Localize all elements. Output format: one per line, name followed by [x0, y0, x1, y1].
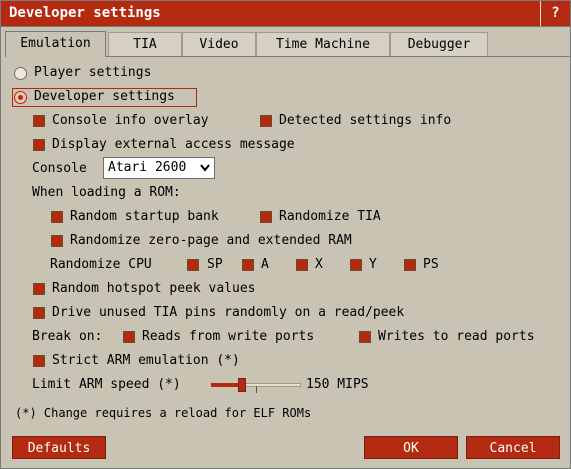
display-external-access-checkbox[interactable]	[33, 139, 45, 151]
tab-panel-border	[106, 56, 570, 57]
tab-video[interactable]: Video	[182, 32, 256, 56]
writes-to-read-ports-label: Writes to read ports	[378, 329, 535, 344]
cpu-y-label: Y	[369, 257, 377, 272]
randomize-tia-label: Randomize TIA	[279, 209, 381, 224]
strict-arm-checkbox[interactable]	[33, 355, 45, 367]
limit-arm-speed-value: 150 MIPS	[306, 377, 369, 392]
random-startup-bank-label: Random startup bank	[70, 209, 219, 224]
randomize-cpu-label: Randomize CPU	[50, 257, 152, 272]
randomize-zero-page-label: Randomize zero-page and extended RAM	[70, 233, 352, 248]
break-on-label: Break on:	[32, 329, 103, 344]
developer-settings-dialog: Developer settings ? Emulation TIA Video…	[0, 0, 571, 469]
strict-arm-label: Strict ARM emulation (*)	[52, 353, 240, 368]
tab-emulation[interactable]: Emulation	[5, 31, 106, 57]
random-hotspot-label: Random hotspot peek values	[52, 281, 256, 296]
random-hotspot-checkbox[interactable]	[33, 283, 45, 295]
drive-unused-tia-checkbox[interactable]	[33, 307, 45, 319]
defaults-button[interactable]: Defaults	[12, 436, 106, 459]
console-select-value: Atari 2600	[108, 160, 187, 175]
window-title: Developer settings	[9, 5, 161, 21]
console-info-overlay-checkbox[interactable]	[33, 115, 45, 127]
slider-handle[interactable]	[238, 378, 246, 392]
cpu-a-checkbox[interactable]	[242, 259, 254, 271]
developer-settings-radio[interactable]	[14, 91, 27, 104]
title-bar[interactable]: Developer settings ?	[1, 1, 570, 27]
cpu-sp-label: SP	[207, 257, 223, 272]
cpu-ps-label: PS	[423, 257, 439, 272]
tab-debugger[interactable]: Debugger	[390, 32, 488, 56]
limit-arm-speed-label: Limit ARM speed (*)	[32, 377, 181, 392]
reads-from-write-ports-checkbox[interactable]	[123, 331, 135, 343]
console-select[interactable]: Atari 2600	[103, 157, 215, 179]
console-info-overlay-label: Console info overlay	[52, 113, 209, 128]
reads-from-write-ports-label: Reads from write ports	[142, 329, 315, 344]
slider-tick	[256, 386, 257, 393]
drive-unused-tia-label: Drive unused TIA pins randomly on a read…	[52, 305, 405, 320]
cancel-button[interactable]: Cancel	[466, 436, 560, 459]
detected-settings-info-label: Detected settings info	[279, 113, 452, 128]
help-button[interactable]: ?	[540, 1, 570, 26]
player-settings-radio[interactable]	[14, 67, 27, 80]
ok-button[interactable]: OK	[364, 436, 458, 459]
cpu-y-checkbox[interactable]	[350, 259, 362, 271]
random-startup-bank-checkbox[interactable]	[51, 211, 63, 223]
detected-settings-info-checkbox[interactable]	[260, 115, 272, 127]
cpu-x-label: X	[315, 257, 323, 272]
developer-settings-label: Developer settings	[34, 89, 175, 104]
when-loading-rom-heading: When loading a ROM:	[32, 185, 181, 200]
console-label: Console	[32, 161, 87, 176]
writes-to-read-ports-checkbox[interactable]	[359, 331, 371, 343]
cpu-x-checkbox[interactable]	[296, 259, 308, 271]
cpu-ps-checkbox[interactable]	[404, 259, 416, 271]
randomize-zero-page-checkbox[interactable]	[51, 235, 63, 247]
cpu-a-label: A	[261, 257, 269, 272]
tab-time-machine[interactable]: Time Machine	[256, 32, 390, 56]
randomize-tia-checkbox[interactable]	[260, 211, 272, 223]
cpu-sp-checkbox[interactable]	[187, 259, 199, 271]
footnote: (*) Change requires a reload for ELF ROM…	[15, 406, 312, 420]
limit-arm-speed-slider[interactable]	[211, 377, 301, 393]
display-external-access-label: Display external access message	[52, 137, 295, 152]
tab-tia[interactable]: TIA	[108, 32, 182, 56]
chevron-down-icon	[200, 164, 210, 172]
player-settings-label: Player settings	[34, 65, 152, 80]
